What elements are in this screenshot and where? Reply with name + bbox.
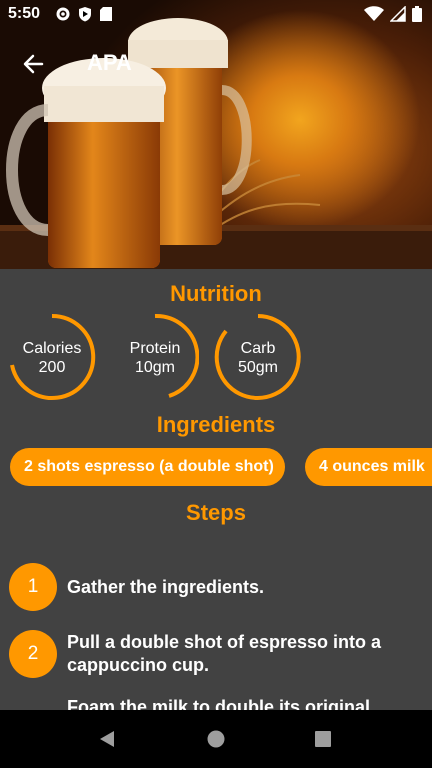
step-text: Gather the ingredients. bbox=[67, 577, 265, 597]
status-bar: 5:50 bbox=[0, 0, 432, 30]
step-number: 1 bbox=[9, 563, 57, 611]
sd-card-icon bbox=[100, 7, 112, 21]
wifi-icon bbox=[364, 6, 384, 21]
nutrition-protein: Protein 10gm bbox=[111, 313, 199, 401]
hero-image bbox=[0, 0, 432, 269]
shield-icon bbox=[79, 7, 91, 22]
signal-icon bbox=[390, 6, 406, 22]
system-nav-bar bbox=[0, 710, 432, 768]
back-triangle-icon[interactable] bbox=[97, 729, 117, 749]
nutrition-heading: Nutrition bbox=[170, 281, 262, 306]
recents-square-icon[interactable] bbox=[314, 730, 332, 748]
ingredient-chip[interactable]: 4 ounces milk bbox=[305, 448, 432, 486]
beer-mugs-illustration bbox=[0, 18, 432, 269]
step-number: 2 bbox=[9, 630, 57, 678]
status-left-icons bbox=[55, 6, 113, 22]
back-button[interactable] bbox=[18, 48, 50, 80]
ingredient-chip[interactable]: 2 shots espresso (a double shot) bbox=[10, 448, 285, 486]
nutrition-value: 10gm bbox=[134, 359, 176, 376]
arrow-left-icon bbox=[23, 54, 44, 74]
gear-icon bbox=[56, 7, 70, 21]
status-right-icons bbox=[364, 6, 422, 22]
ingredients-heading: Ingredients bbox=[156, 412, 276, 437]
nutrition-calories: Calories 200 bbox=[8, 313, 96, 401]
page-title: APA bbox=[87, 50, 132, 75]
nutrition-value: 200 bbox=[38, 359, 66, 376]
nutrition-label: Protein bbox=[129, 340, 181, 357]
status-time: 5:50 bbox=[8, 5, 41, 22]
battery-icon bbox=[412, 6, 422, 22]
nutrition-carb: Carb 50gm bbox=[214, 313, 302, 401]
nutrition-value: 50gm bbox=[237, 359, 279, 376]
home-circle-icon[interactable] bbox=[206, 729, 226, 749]
steps-heading: Steps bbox=[186, 500, 246, 525]
step-text: Pull a double shot of espresso into a ca… bbox=[67, 632, 382, 675]
nutrition-label: Carb bbox=[240, 340, 276, 357]
nutrition-label: Calories bbox=[22, 340, 82, 357]
